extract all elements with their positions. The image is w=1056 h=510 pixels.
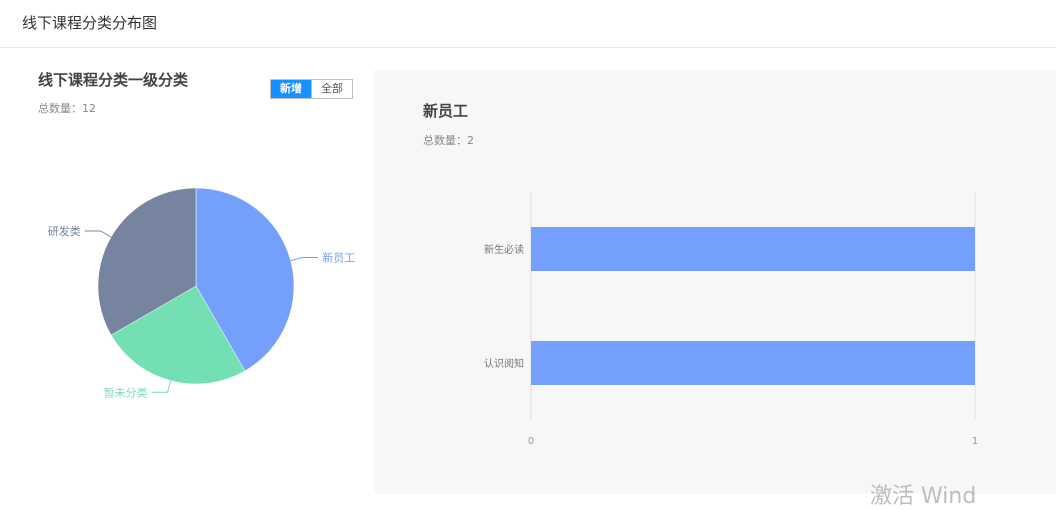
pie-label-line (84, 230, 112, 238)
pie-label-line (290, 257, 319, 262)
category-pie-panel: 线下课程分类一级分类 总数量：12 新增 全部 新员工 暂未分类 研发类 (0, 49, 372, 494)
bar[interactable] (531, 341, 975, 385)
pie-slice-label: 新员工 (322, 251, 355, 265)
activation-watermark: 激活 Wind (870, 484, 977, 509)
x-tick-label: 0 (528, 436, 534, 447)
bar[interactable] (531, 227, 975, 271)
pie-slice-label: 暂未分类 (104, 385, 148, 399)
subcategory-bar-panel: 新员工 总数量：2 0 1 新生必读 认识阅知 激活 Wind (374, 70, 1056, 509)
subcategory-bar-chart: 0 1 新生必读认识阅知 (484, 192, 978, 447)
y-category-label: 认识阅知 (484, 357, 524, 370)
x-tick-label: 1 (972, 436, 978, 447)
pie-label-line (151, 380, 172, 393)
pie-slice-label: 研发类 (48, 224, 81, 238)
page-title: 线下课程分类分布图 (22, 14, 158, 32)
y-category-label: 新生必读 (484, 243, 524, 256)
page-header: 线下课程分类分布图 (0, 0, 1056, 48)
category-pie-chart: 新员工暂未分类 研发类 (48, 187, 355, 399)
